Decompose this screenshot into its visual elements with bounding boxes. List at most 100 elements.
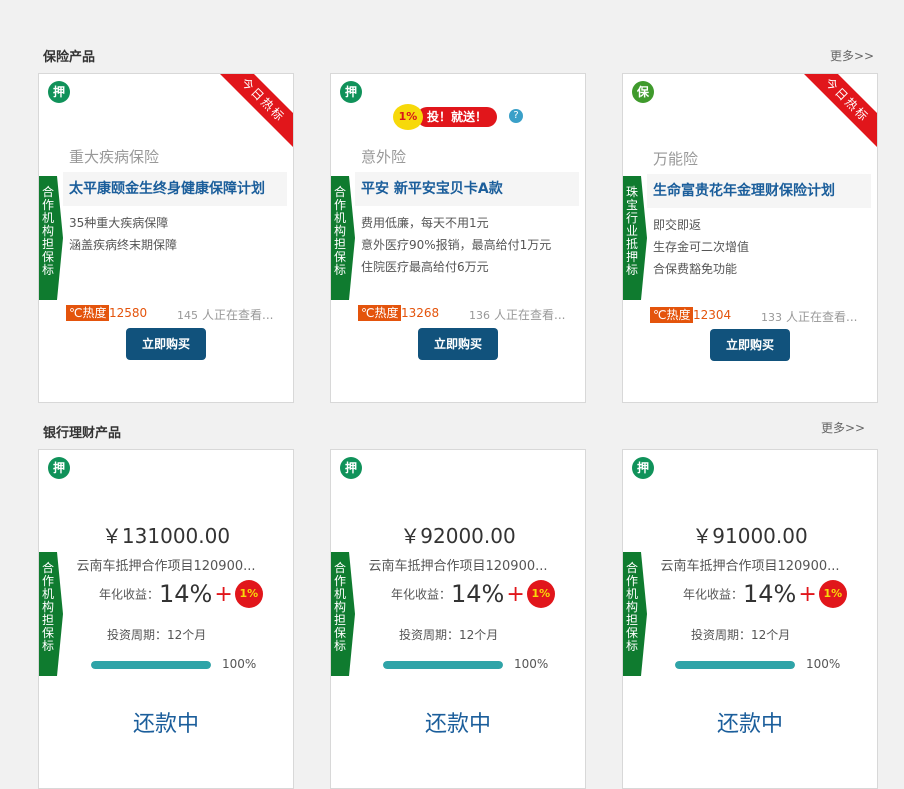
- insurance-card: 押 今日热标 合作机构担保标 重大疾病保险 太平康颐金生终身健康保障计划 35种…: [38, 73, 294, 403]
- plus-sign: +: [506, 581, 525, 607]
- product-amount: ￥131000.00: [101, 524, 231, 548]
- insurance-section-title: 保险产品: [43, 50, 96, 65]
- yield-row: 年化收益：14%+ 1%: [99, 580, 263, 612]
- hot-ribbon-label: 今日热标: [215, 74, 293, 151]
- viewers-info: 145 人正在查看...: [177, 306, 273, 323]
- feature-item: 35种重大疾病保障: [69, 216, 169, 230]
- bank-product-card: 押 合作机构担保标 ￥91000.00 云南车抵押合作项目120900... 年…: [622, 449, 878, 789]
- viewers-count: 133: [761, 311, 782, 324]
- bonus-badge: 1%: [526, 580, 555, 608]
- yield-label: 年化收益：: [683, 587, 744, 602]
- project-name-link[interactable]: 云南车抵押合作项目120900...: [39, 555, 293, 574]
- project-name-link[interactable]: 云南车抵押合作项目120900...: [623, 555, 877, 574]
- progress-percent: 100%: [806, 657, 841, 671]
- hot-ribbon-label: 今日热标: [799, 74, 877, 151]
- jewelry-side-tag: 珠宝行业抵押标: [623, 176, 647, 300]
- yield-label: 年化收益：: [99, 587, 160, 602]
- pledge-badge-icon: 押: [340, 457, 362, 479]
- insurance-more-link[interactable]: 更多>>: [830, 47, 874, 64]
- progress-fill: [91, 661, 211, 669]
- repaying-status-button[interactable]: 还款中: [39, 706, 293, 738]
- heat-value: 13268: [401, 306, 440, 320]
- feature-item: 合保费豁免功能: [653, 262, 738, 276]
- feature-list: 费用低廉，每天不用1元 意外医疗90%报销，最高给付1万元 住院医疗最高给付6万…: [361, 212, 551, 278]
- pledge-badge-icon: 押: [340, 81, 362, 103]
- product-name-link[interactable]: 平安 新平安宝贝卡A款: [355, 172, 579, 206]
- yield-row: 年化收益：14%+ 1%: [683, 580, 847, 612]
- bank-more-link[interactable]: 更多>>: [821, 419, 865, 436]
- heat-value: 12580: [109, 306, 148, 320]
- side-tag-label: 合作机构担保标: [333, 561, 346, 653]
- guarantee-side-tag: 合作机构担保标: [331, 176, 355, 300]
- pledge-badge-icon: 押: [48, 457, 70, 479]
- bank-section-title: 银行理财产品: [43, 426, 122, 441]
- yield-value: 14%: [743, 580, 797, 608]
- viewers-text: 人正在查看...: [202, 308, 274, 322]
- progress-bar: [383, 661, 503, 669]
- viewers-info: 133 人正在查看...: [761, 308, 857, 325]
- viewers-count: 145: [177, 309, 198, 322]
- yield-value: 14%: [451, 580, 505, 608]
- feature-item: 生存金可二次增值: [653, 240, 750, 254]
- promo-percent-badge: 1%: [393, 104, 423, 130]
- bank-product-card: 押 合作机构担保标 ￥92000.00 云南车抵押合作项目120900... 年…: [330, 449, 586, 789]
- viewers-count: 136: [469, 309, 490, 322]
- yield-row: 年化收益：14%+ 1%: [391, 580, 555, 612]
- viewers-info: 136 人正在查看...: [469, 306, 565, 323]
- yield-label: 年化收益：: [391, 587, 452, 602]
- progress-bar: [675, 661, 795, 669]
- plus-sign: +: [214, 581, 233, 607]
- investment-period: 投资周期：12个月: [107, 628, 207, 642]
- help-icon[interactable]: ?: [509, 109, 523, 123]
- heat-label: ℃热度: [66, 305, 110, 321]
- progress-fill: [383, 661, 503, 669]
- feature-item: 费用低廉，每天不用1元: [361, 216, 489, 230]
- feature-item: 即交即返: [653, 218, 702, 232]
- feature-item: 涵盖疾病终末期保障: [69, 238, 178, 252]
- guarantee-side-tag: 合作机构担保标: [39, 176, 63, 300]
- progress-bar: [91, 661, 211, 669]
- viewers-text: 人正在查看...: [786, 310, 858, 324]
- heat-value: 12304: [693, 308, 732, 322]
- insurance-card: 保 今日热标 珠宝行业抵押标 万能险 生命富贵花年金理财保险计划 即交即返 生存…: [622, 73, 878, 403]
- yield-value: 14%: [159, 580, 213, 608]
- feature-list: 35种重大疾病保障 涵盖疾病终末期保障: [69, 212, 177, 256]
- product-category: 意外险: [361, 148, 407, 166]
- side-tag-label: 珠宝行业抵押标: [625, 185, 638, 277]
- product-amount: ￥91000.00: [692, 524, 808, 548]
- repaying-status-button[interactable]: 还款中: [623, 706, 877, 738]
- viewers-text: 人正在查看...: [494, 308, 566, 322]
- side-tag-label: 合作机构担保标: [333, 185, 346, 277]
- buy-now-button[interactable]: 立即购买: [418, 328, 498, 360]
- promo-text: 投！就送！: [417, 107, 498, 127]
- bonus-badge: 1%: [234, 580, 263, 608]
- bonus-badge: 1%: [818, 580, 847, 608]
- pledge-badge-icon: 押: [632, 457, 654, 479]
- repaying-status-button[interactable]: 还款中: [331, 706, 585, 738]
- plus-sign: +: [798, 581, 817, 607]
- progress-percent: 100%: [222, 657, 257, 671]
- investment-period: 投资周期：12个月: [399, 628, 499, 642]
- product-name-link[interactable]: 太平康颐金生终身健康保障计划: [63, 172, 287, 206]
- hot-ribbon: 今日热标: [215, 74, 293, 152]
- feature-item: 住院医疗最高给付6万元: [361, 260, 489, 274]
- heat-label: ℃热度: [650, 307, 694, 323]
- heat-label: ℃热度: [358, 305, 402, 321]
- buy-now-button[interactable]: 立即购买: [710, 329, 790, 361]
- buy-now-button[interactable]: 立即购买: [126, 328, 206, 360]
- hot-ribbon: 今日热标: [799, 74, 877, 152]
- feature-list: 即交即返 生存金可二次增值 合保费豁免功能: [653, 214, 749, 280]
- side-tag-label: 合作机构担保标: [625, 561, 638, 653]
- bank-product-card: 押 合作机构担保标 ￥131000.00 云南车抵押合作项目120900... …: [38, 449, 294, 789]
- insurance-card: 押 投！就送！ 1% ? 合作机构担保标 意外险 平安 新平安宝贝卡A款 费用低…: [330, 73, 586, 403]
- side-tag-label: 合作机构担保标: [41, 185, 54, 277]
- feature-item: 意外医疗90%报销，最高给付1万元: [361, 238, 552, 252]
- project-name-link[interactable]: 云南车抵押合作项目120900...: [331, 555, 585, 574]
- progress-percent: 100%: [514, 657, 549, 671]
- product-name-link[interactable]: 生命富贵花年金理财保险计划: [647, 174, 871, 208]
- guarantee-badge-icon: 保: [632, 81, 654, 103]
- side-tag-label: 合作机构担保标: [41, 561, 54, 653]
- product-category: 万能险: [653, 150, 699, 168]
- progress-fill: [675, 661, 795, 669]
- product-category: 重大疾病保险: [69, 148, 160, 166]
